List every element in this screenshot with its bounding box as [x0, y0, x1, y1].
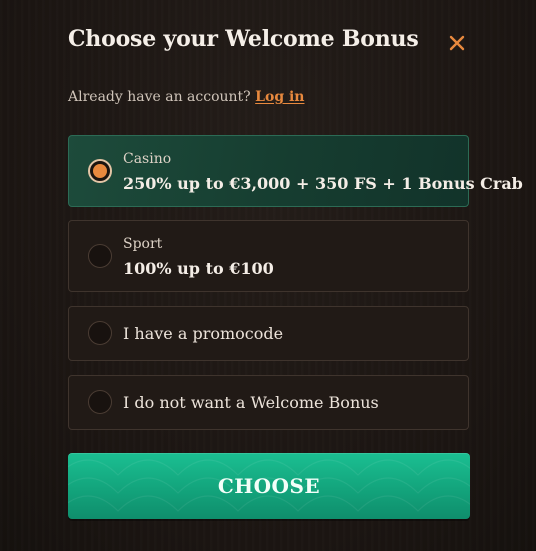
radio-dot: [93, 164, 107, 178]
radio-button-selected[interactable]: [88, 159, 112, 183]
bonus-option-sport[interactable]: Sport 100% up to €100: [68, 220, 469, 292]
radio-button[interactable]: [88, 390, 112, 414]
login-link[interactable]: Log in: [255, 89, 304, 105]
close-icon: [449, 35, 465, 51]
bonus-option-promocode[interactable]: I have a promocode: [68, 306, 469, 361]
option-value: 250% up to €3,000 + 350 FS + 1 Bonus Cra…: [123, 174, 523, 193]
choose-button[interactable]: CHOOSE: [68, 453, 470, 519]
option-label: Sport: [123, 236, 163, 252]
close-button[interactable]: [444, 30, 470, 56]
welcome-bonus-modal: Choose your Welcome Bonus Already have a…: [0, 0, 536, 551]
login-prompt-text: Already have an account?: [68, 89, 251, 105]
login-prompt: Already have an account? Log in: [68, 89, 304, 105]
modal-title: Choose your Welcome Bonus: [68, 26, 419, 52]
choose-button-label: CHOOSE: [217, 474, 321, 498]
bonus-option-none[interactable]: I do not want a Welcome Bonus: [68, 375, 469, 430]
radio-button[interactable]: [88, 321, 112, 345]
option-value: 100% up to €100: [123, 259, 274, 278]
option-label: I do not want a Welcome Bonus: [123, 393, 379, 412]
option-label: Casino: [123, 151, 172, 167]
option-label: I have a promocode: [123, 324, 284, 343]
bonus-option-casino[interactable]: Casino 250% up to €3,000 + 350 FS + 1 Bo…: [68, 135, 523, 207]
radio-button[interactable]: [88, 244, 112, 268]
